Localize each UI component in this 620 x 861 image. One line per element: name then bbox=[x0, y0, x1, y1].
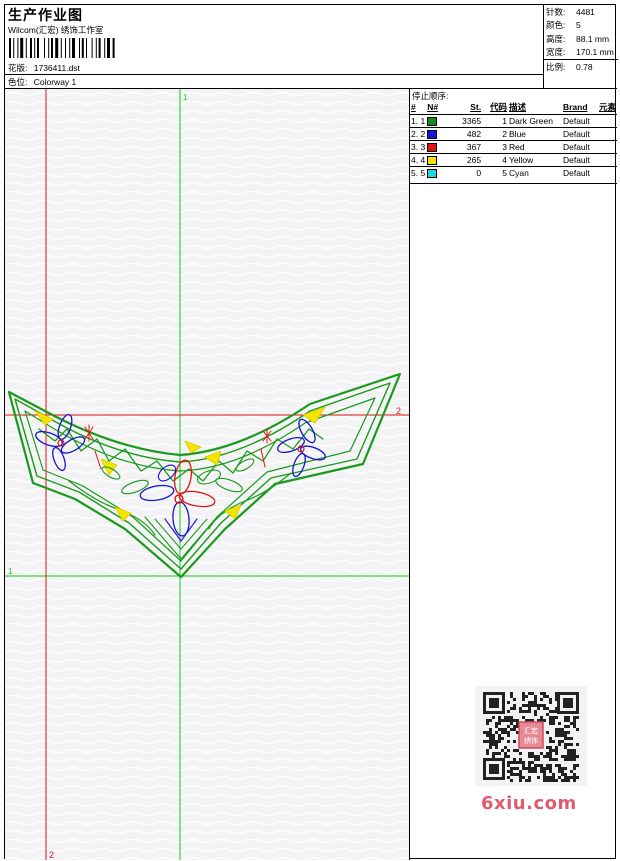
colorway-name: Colorway 1 bbox=[33, 77, 77, 87]
colorway-label: 色位: bbox=[8, 77, 28, 87]
design-file-name: 1736411.dst bbox=[33, 63, 80, 73]
design-file-label: 花版: bbox=[8, 63, 28, 73]
row-code: 3 bbox=[482, 139, 509, 153]
row-description: Red bbox=[508, 139, 562, 153]
row-color-swatch-cell bbox=[426, 152, 455, 166]
spec-stitches: 针数: 4481 bbox=[546, 7, 595, 17]
barcode bbox=[9, 38, 115, 58]
stop-sequence-row: 5. 5 0 5 Cyan Default bbox=[410, 165, 617, 179]
row-element bbox=[597, 139, 617, 153]
stop-sequence-panel: 停止顺序: # N# St. 代码 描述 Brand 元素 1. 1 3365 1 D… bbox=[410, 89, 617, 184]
row-brand: Default bbox=[561, 126, 598, 140]
red-vertical-guide-label: 2 bbox=[49, 850, 54, 860]
row-stitches: 0 bbox=[454, 165, 483, 179]
row-code: 5 bbox=[482, 165, 509, 179]
site-watermark: 6xiu.com bbox=[481, 793, 577, 814]
col-number: N# bbox=[427, 102, 439, 113]
col-element: 元素 bbox=[598, 102, 616, 113]
row-element bbox=[597, 126, 617, 140]
stamp-text-top: 汇宏 bbox=[524, 726, 538, 735]
row-description: Cyan bbox=[508, 165, 562, 179]
header-divider bbox=[5, 74, 543, 75]
stop-sequence-row: 1. 1 3365 1 Dark Green Default bbox=[410, 113, 617, 127]
col-index: # bbox=[411, 102, 416, 113]
row-stitches: 265 bbox=[454, 152, 483, 166]
stop-sequence-row: 3. 3 367 3 Red Default bbox=[410, 139, 617, 153]
row-element bbox=[597, 152, 617, 166]
row-color-swatch-cell bbox=[426, 165, 455, 179]
row-element bbox=[597, 165, 617, 179]
row-element bbox=[597, 113, 617, 127]
row-stitches: 3365 bbox=[454, 113, 483, 127]
red-horizontal-guide-label: 2 bbox=[396, 406, 401, 416]
header-info: 生产作业图 Wilcom(汇宏) 绣饰工作室 花版: 1736411.dst 色… bbox=[5, 5, 543, 89]
row-index: 2. 2 bbox=[410, 126, 427, 140]
row-brand: Default bbox=[561, 152, 598, 166]
spec-height: 高度: 88.1 mm bbox=[546, 33, 610, 44]
stop-sequence-header-row: # N# St. 代码 描述 Brand 元素 bbox=[410, 101, 617, 114]
stop-sequence-row: 2. 2 482 2 Blue Default bbox=[410, 126, 617, 140]
thread-color-swatch bbox=[427, 168, 438, 178]
thread-color-swatch bbox=[427, 116, 438, 126]
studio-name: Wilcom(汇宏) 绣饰工作室 bbox=[8, 25, 104, 35]
production-worksheet: 生产作业图 Wilcom(汇宏) 绣饰工作室 花版: 1736411.dst 色… bbox=[4, 4, 618, 860]
green-horizontal-guide-label: 1 bbox=[8, 567, 13, 576]
qr-code-watermark: 汇宏 绣饰 bbox=[475, 686, 587, 786]
stop-sequence-row: 4. 4 265 4 Yellow Default bbox=[410, 152, 617, 166]
row-brand: Default bbox=[561, 165, 598, 179]
row-color-swatch-cell bbox=[426, 113, 455, 127]
spec-scale: 比例: 0.78 bbox=[546, 61, 593, 72]
row-description: Yellow bbox=[508, 152, 562, 166]
design-canvas[interactable]: 1 1 2 2 bbox=[5, 89, 410, 860]
row-color-swatch-cell bbox=[426, 126, 455, 140]
design-preview: 1 1 2 2 bbox=[5, 89, 409, 860]
worksheet-header: 生产作业图 Wilcom(汇宏) 绣饰工作室 花版: 1736411.dst 色… bbox=[5, 5, 618, 89]
qr-code: 汇宏 绣饰 bbox=[475, 686, 587, 786]
col-stitches: St. bbox=[470, 102, 482, 113]
green-vertical-guide-label: 1 bbox=[183, 93, 188, 102]
spec-divider bbox=[544, 59, 618, 60]
row-code: 1 bbox=[482, 113, 509, 127]
row-description: Dark Green bbox=[508, 113, 562, 127]
design-file-row: 花版: 1736411.dst bbox=[8, 62, 80, 74]
row-color-swatch-cell bbox=[426, 139, 455, 153]
col-brand: Brand bbox=[562, 102, 588, 113]
row-index: 3. 3 bbox=[410, 139, 427, 153]
row-stitches: 367 bbox=[454, 139, 483, 153]
spec-colors: 颜色: 5 bbox=[546, 20, 581, 31]
thread-color-swatch bbox=[427, 155, 438, 165]
spec-width: 宽度: 170.1 mm bbox=[546, 47, 614, 58]
thread-color-swatch bbox=[427, 129, 438, 139]
col-code: 代码 bbox=[490, 102, 508, 113]
design-specs: 针数: 4481 颜色: 5 高度: 88.1 mm 宽度: 170.1 mm 比例: 0… bbox=[543, 5, 618, 89]
stop-sequence-table: # N# St. 代码 描述 Brand 元素 1. 1 3365 1 Dark Gr… bbox=[410, 101, 617, 179]
row-brand: Default bbox=[561, 139, 598, 153]
row-code: 2 bbox=[482, 126, 509, 140]
row-index: 1. 1 bbox=[410, 113, 427, 127]
row-index: 5. 5 bbox=[410, 165, 427, 179]
row-code: 4 bbox=[482, 152, 509, 166]
thread-color-swatch bbox=[427, 142, 438, 152]
row-brand: Default bbox=[561, 113, 598, 127]
stamp-text-bottom: 绣饰 bbox=[524, 736, 538, 745]
row-description: Blue bbox=[508, 126, 562, 140]
colorway-row: 色位: Colorway 1 bbox=[8, 76, 76, 88]
row-stitches: 482 bbox=[454, 126, 483, 140]
col-description: 描述 bbox=[509, 102, 527, 113]
row-index: 4. 4 bbox=[410, 152, 427, 166]
worksheet-title: 生产作业图 bbox=[8, 7, 83, 23]
